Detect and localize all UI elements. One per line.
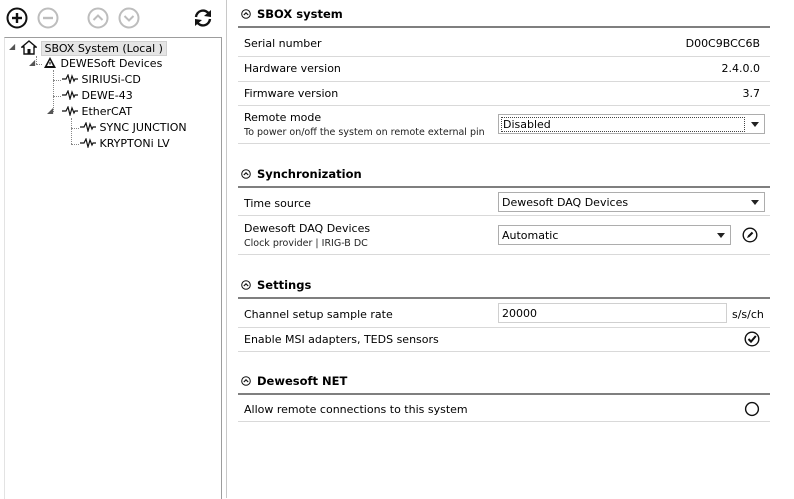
tree-item-sbox-system[interactable]: SBOX System (Local )	[20, 40, 167, 56]
time-source-dropdown[interactable]: Dewesoft DAQ Devices	[498, 192, 765, 212]
chevron-down-icon	[751, 122, 759, 127]
tree-item-label: SYNC JUNCTION	[99, 121, 187, 134]
serial-number-label: Serial number	[244, 37, 322, 50]
daq-devices-description: Clock provider | IRIG-B DC	[244, 238, 368, 249]
row-firmware-version: Firmware version 3.7	[238, 81, 770, 106]
row-serial-number: Serial number D00C9BCC6B	[238, 31, 770, 57]
collapse-chevron-icon[interactable]	[241, 376, 251, 386]
row-hardware-version: Hardware version 2.4.0.0	[238, 56, 770, 82]
chevron-down-icon	[717, 233, 725, 238]
signal-wave-icon	[80, 137, 96, 150]
edit-pen-circle-icon[interactable]	[742, 227, 758, 243]
row-sample-rate: Channel setup sample rate s/s/ch	[238, 301, 770, 328]
properties-panel: SBOX system Serial number D00C9BCC6B Har…	[228, 0, 794, 498]
clock-provider-dropdown[interactable]: Automatic	[498, 225, 731, 245]
minus-circle-icon[interactable]	[37, 7, 59, 29]
hardware-version-label: Hardware version	[244, 62, 341, 75]
warning-triangle-icon	[44, 57, 56, 68]
section-title: Settings	[257, 278, 312, 292]
row-enable-msi: Enable MSI adapters, TEDS sensors	[238, 327, 770, 352]
tree-item-sirius[interactable]: SIRIUSi-CD	[62, 72, 141, 88]
tree-item-label: DEWESoft Devices	[60, 57, 163, 70]
serial-number-value: D00C9BCC6B	[685, 37, 760, 50]
section-title: Dewesoft NET	[257, 374, 348, 388]
tree-connector	[71, 144, 79, 145]
remote-mode-dropdown[interactable]: Disabled	[498, 114, 765, 134]
enable-msi-label: Enable MSI adapters, TEDS sensors	[244, 333, 439, 346]
unchecked-circle-icon[interactable]	[744, 401, 760, 417]
signal-wave-icon	[62, 105, 78, 118]
remote-mode-description: To power on/off the system on remote ext…	[244, 127, 485, 138]
sample-rate-label: Channel setup sample rate	[244, 308, 393, 321]
tree-item-dewe43[interactable]: DEWE-43	[62, 88, 133, 104]
allow-remote-label: Allow remote connections to this system	[244, 403, 468, 416]
firmware-version-label: Firmware version	[244, 87, 339, 100]
tree-item-label: DEWE-43	[81, 89, 133, 102]
row-dewesoft-daq-devices: Dewesoft DAQ Devices Clock provider | IR…	[238, 215, 770, 255]
remote-mode-label: Remote mode	[244, 111, 322, 124]
signal-wave-icon	[62, 89, 78, 102]
daq-devices-label: Dewesoft DAQ Devices	[244, 222, 371, 235]
firmware-version-value: 3.7	[742, 87, 761, 100]
chevron-down-icon	[751, 200, 759, 205]
collapse-chevron-icon[interactable]	[241, 280, 251, 290]
expand-toggle-icon[interactable]: ◢	[9, 43, 17, 51]
time-source-label: Time source	[244, 197, 311, 210]
sample-rate-input-box	[498, 303, 727, 323]
device-tree-panel: ◢ SBOX System (Local ) ◢ DEWESoft Device…	[0, 0, 226, 499]
section-title: Synchronization	[257, 167, 362, 181]
chevron-up-circle-icon[interactable]	[87, 7, 109, 29]
tree-connector	[53, 96, 61, 97]
row-allow-remote: Allow remote connections to this system	[238, 397, 770, 422]
expand-toggle-icon[interactable]: ◢	[47, 107, 55, 115]
panel-splitter[interactable]	[226, 0, 227, 498]
tree-item-ethercat[interactable]: EtherCAT	[62, 104, 132, 120]
hardware-version-value: 2.4.0.0	[721, 62, 760, 75]
section-header-sbox-system[interactable]: SBOX system	[238, 4, 770, 28]
sample-rate-unit: s/s/ch	[732, 308, 764, 321]
remote-mode-selected: Disabled	[501, 117, 745, 132]
row-time-source: Time source Dewesoft DAQ Devices	[238, 190, 770, 216]
tree-item-label: KRYPTONi LV	[99, 137, 170, 150]
tree-connector	[71, 118, 72, 144]
clock-provider-selected: Automatic	[502, 229, 559, 242]
home-icon	[20, 40, 38, 55]
tree-toolbar	[0, 0, 226, 36]
signal-wave-icon	[62, 73, 78, 86]
collapse-chevron-icon[interactable]	[241, 169, 251, 179]
section-header-synchronization[interactable]: Synchronization	[238, 164, 770, 188]
tree-item-label: SBOX System (Local )	[40, 41, 167, 56]
row-remote-mode: Remote mode To power on/off the system o…	[238, 105, 770, 144]
collapse-chevron-icon[interactable]	[241, 9, 251, 19]
expand-toggle-icon[interactable]: ◢	[29, 59, 37, 67]
tree-connector	[53, 80, 61, 81]
section-title: SBOX system	[257, 7, 343, 21]
plus-circle-icon[interactable]	[6, 7, 28, 29]
tree-connector	[71, 128, 79, 129]
tree-item-krypton[interactable]: KRYPTONi LV	[80, 136, 170, 152]
tree-item-label: EtherCAT	[81, 105, 133, 118]
refresh-icon[interactable]	[192, 7, 214, 29]
time-source-selected: Dewesoft DAQ Devices	[502, 196, 629, 209]
chevron-down-circle-icon[interactable]	[118, 7, 140, 29]
tree-item-label: SIRIUSi-CD	[81, 73, 141, 86]
signal-wave-icon	[80, 121, 96, 134]
device-tree: ◢ SBOX System (Local ) ◢ DEWESoft Device…	[4, 37, 222, 499]
checked-circle-icon[interactable]	[744, 331, 760, 347]
section-header-settings[interactable]: Settings	[238, 275, 770, 299]
tree-item-dewesoft-devices[interactable]: DEWESoft Devices	[43, 56, 162, 72]
tree-connector	[53, 70, 54, 112]
sample-rate-input[interactable]	[499, 304, 726, 322]
tree-item-sync-junction[interactable]: SYNC JUNCTION	[80, 120, 187, 136]
section-header-dewesoft-net[interactable]: Dewesoft NET	[238, 371, 770, 395]
